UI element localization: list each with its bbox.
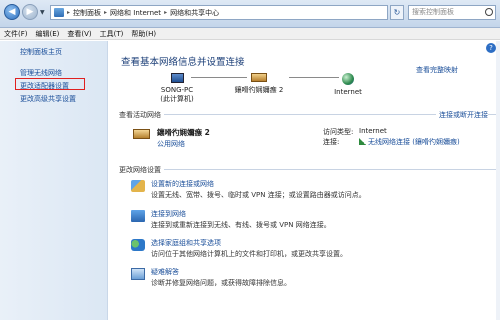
troubleshoot-icon: [131, 268, 145, 280]
task-desc: 连接到或重新连接到无线、有线、拨号或 VPN 网络连接。: [151, 221, 331, 229]
menu-tools[interactable]: 工具(T): [100, 29, 124, 39]
connect-network-icon: [131, 210, 145, 222]
menu-edit[interactable]: 编辑(E): [36, 29, 60, 39]
main-pane: ? 查看基本网络信息并设置连接 查看完整映射 SONG-PC (此计算机) 鑲嗗…: [109, 41, 500, 320]
menu-file[interactable]: 文件(F): [4, 29, 28, 39]
search-icon[interactable]: [485, 8, 493, 16]
control-panel-icon: [54, 8, 64, 17]
breadcrumb-network-internet[interactable]: 网络和 Internet: [110, 8, 161, 18]
setup-connection-icon: [131, 180, 145, 192]
back-button[interactable]: ◀: [4, 4, 20, 20]
network-type-link[interactable]: 公用网络: [157, 139, 185, 149]
sidebar-item-advanced-sharing[interactable]: 更改高级共享设置: [20, 94, 76, 104]
map-node-network: 鑲嗗彴娴嬭瘯 2: [223, 73, 295, 95]
bench-network-icon: [133, 129, 150, 139]
task-desc: 设置无线、宽带、拨号、临时或 VPN 连接；或设置路由器或访问点。: [151, 191, 366, 199]
history-dropdown-icon[interactable]: ▼: [40, 9, 45, 16]
menu-bar: 文件(F) 编辑(E) 查看(V) 工具(T) 帮助(H): [0, 28, 500, 40]
network-map: SONG-PC (此计算机) 鑲嗗彴娴嬭瘯 2 Internet: [109, 67, 409, 107]
change-settings-label: 更改网络设置: [119, 165, 164, 175]
highlight-box: [15, 78, 85, 90]
connection-value[interactable]: 无线网络连接 (鑲嗗彴娴嬭瘯): [368, 138, 460, 146]
active-network-name: 鑲嗗彴娴嬭瘯 2: [157, 128, 210, 137]
computer-icon: [170, 73, 184, 83]
address-bar-area: ◀ ▶ ▼ ▸ 控制面板 ▸ 网络和 Internet ▸ 网络和共享中心 ↻ …: [0, 0, 500, 28]
page-title: 查看基本网络信息并设置连接: [121, 57, 245, 68]
task-desc: 访问位于其他网络计算机上的文件和打印机，或更改共享设置。: [151, 250, 347, 258]
access-type-label: 访问类型:: [323, 128, 354, 136]
help-icon[interactable]: ?: [486, 43, 496, 53]
chevron-right-icon[interactable]: ▸: [164, 9, 167, 16]
sidebar-item-home[interactable]: 控制面板主页: [20, 47, 62, 57]
search-input[interactable]: 搜索控制面板: [408, 5, 496, 20]
scrollbar[interactable]: [496, 41, 500, 320]
connection-label: 连接:: [323, 138, 340, 146]
task-title[interactable]: 连接到网络: [151, 209, 186, 219]
bench-network-icon: [251, 73, 267, 82]
forward-button[interactable]: ▶: [22, 4, 38, 20]
menu-view[interactable]: 查看(V): [67, 29, 91, 39]
task-title[interactable]: 疑难解答: [151, 267, 179, 277]
task-title[interactable]: 设置新的连接或网络: [151, 179, 214, 189]
chevron-right-icon[interactable]: ▸: [104, 9, 107, 16]
map-network-name: 鑲嗗彴娴嬭瘯 2: [234, 86, 284, 94]
address-bar[interactable]: ▸ 控制面板 ▸ 网络和 Internet ▸ 网络和共享中心: [50, 5, 388, 20]
search-placeholder: 搜索控制面板: [412, 8, 454, 16]
connection-link[interactable]: 无线网络连接 (鑲嗗彴娴嬭瘯): [359, 137, 460, 147]
menu-help[interactable]: 帮助(H): [131, 29, 156, 39]
access-type-value: Internet: [359, 127, 387, 135]
active-networks-label: 查看活动网络: [119, 110, 164, 120]
signal-bars-icon: [359, 138, 366, 145]
map-internet: Internet: [334, 88, 362, 96]
sidebar: 控制面板主页 管理无线网络 更改适配器设置 更改高级共享设置: [0, 41, 108, 320]
divider: [119, 169, 500, 170]
map-node-internet: Internet: [323, 73, 373, 96]
pc-sub: (此计算机): [160, 95, 194, 103]
pc-name: SONG-PC: [160, 86, 194, 94]
task-title[interactable]: 选择家庭组和共享选项: [151, 238, 221, 248]
refresh-icon[interactable]: ↻: [390, 5, 404, 20]
connect-disconnect-link[interactable]: 连接或断开连接: [436, 110, 488, 120]
globe-icon: [342, 73, 354, 85]
homegroup-icon: [131, 239, 145, 251]
task-desc: 诊断并修复网络问题，或获得故障排除信息。: [151, 279, 291, 287]
view-full-map-link[interactable]: 查看完整映射: [416, 65, 458, 75]
breadcrumb-sharing-center[interactable]: 网络和共享中心: [170, 8, 219, 18]
sidebar-item-manage-wireless[interactable]: 管理无线网络: [20, 68, 62, 78]
chevron-right-icon[interactable]: ▸: [67, 9, 70, 16]
breadcrumb-control-panel[interactable]: 控制面板: [73, 8, 101, 18]
